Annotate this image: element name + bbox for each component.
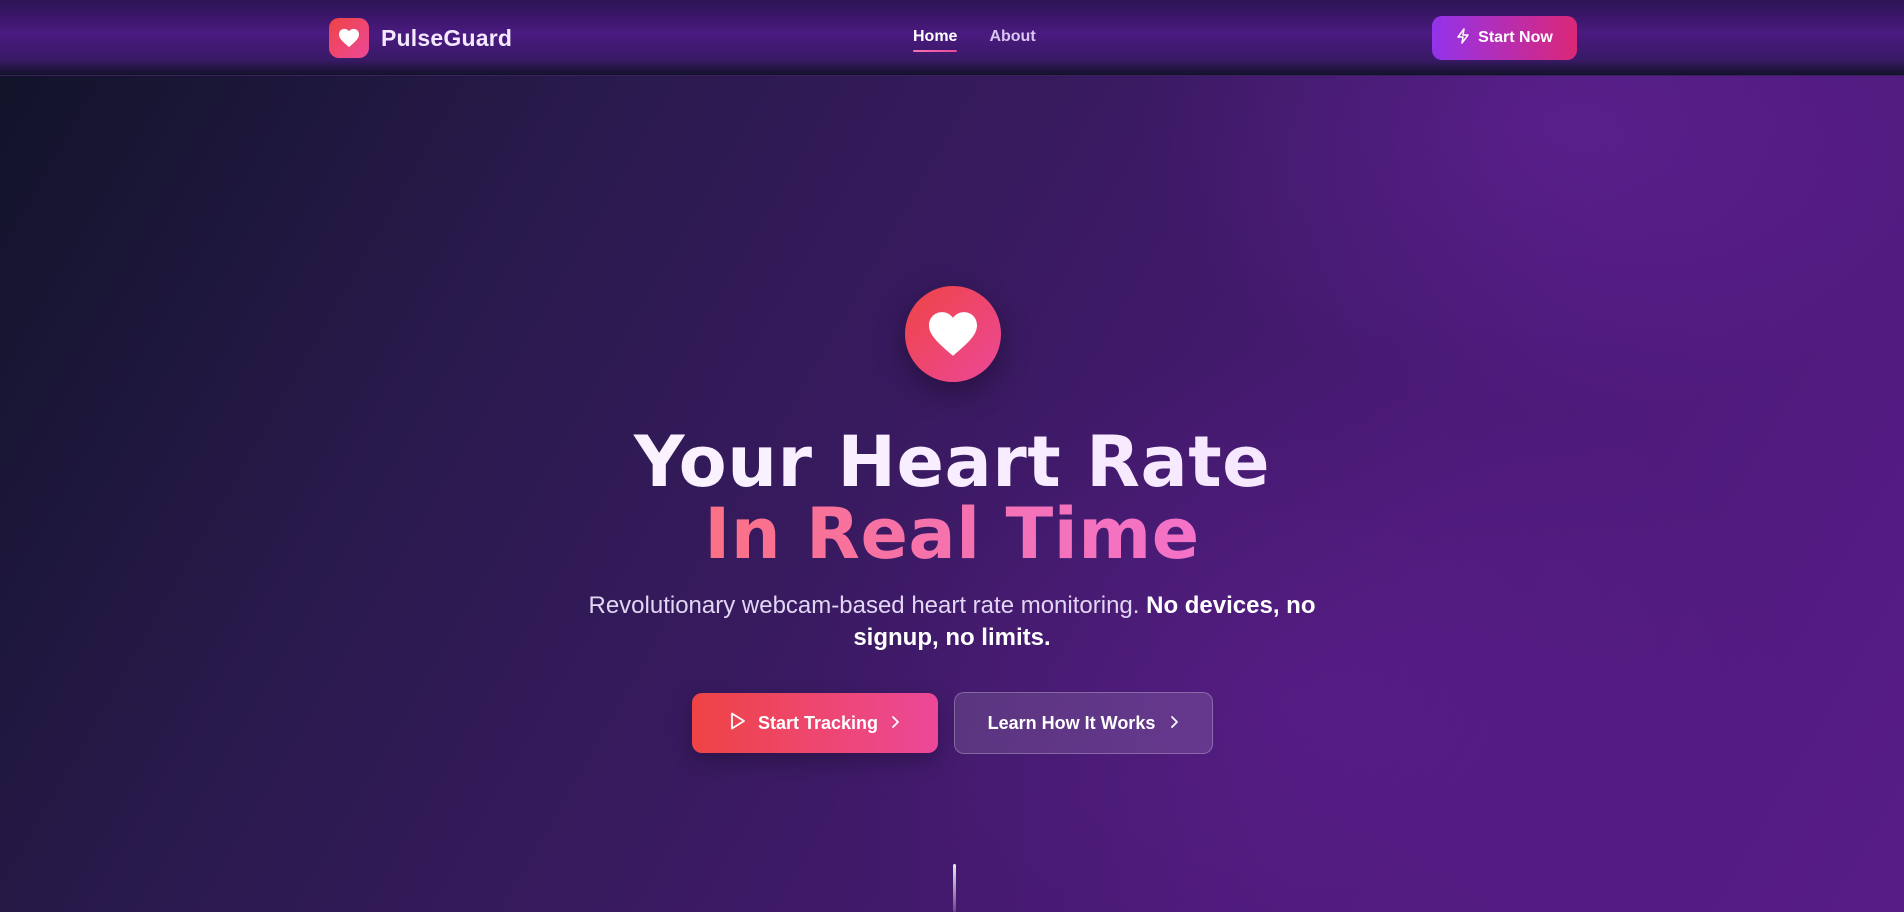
brand-link[interactable]: PulseGuard <box>329 18 512 58</box>
learn-how-button[interactable]: Learn How It Works <box>954 692 1213 754</box>
hero-title-highlight: In Real Time <box>704 493 1200 575</box>
play-icon <box>730 712 746 735</box>
start-tracking-button[interactable]: Start Tracking <box>692 693 938 753</box>
scroll-indicator <box>953 864 956 912</box>
heart-icon <box>329 18 369 58</box>
chevron-right-icon <box>1169 713 1179 734</box>
hero-heart-icon <box>905 286 1001 382</box>
nav-links: Home About <box>913 28 1036 52</box>
learn-how-label: Learn How It Works <box>987 712 1156 733</box>
hero-title-line2: In Real Time <box>0 497 1904 571</box>
lightning-icon <box>1456 27 1470 49</box>
nav-link-about[interactable]: About <box>989 28 1035 52</box>
nav-link-home[interactable]: Home <box>913 28 958 52</box>
start-tracking-label: Start Tracking <box>757 712 879 733</box>
hero-title-line1: Your Heart Rate <box>0 425 1904 499</box>
brand-name: PulseGuard <box>381 24 513 51</box>
navbar: PulseGuard Home About Start Now <box>0 0 1904 76</box>
start-now-button[interactable]: Start Now <box>1432 16 1577 60</box>
chevron-right-icon <box>890 713 900 734</box>
start-now-label: Start Now <box>1478 29 1553 46</box>
hero-subtitle: Revolutionary webcam-based heart rate mo… <box>580 590 1324 654</box>
hero-subtitle-plain: Revolutionary webcam-based heart rate mo… <box>588 592 1140 619</box>
